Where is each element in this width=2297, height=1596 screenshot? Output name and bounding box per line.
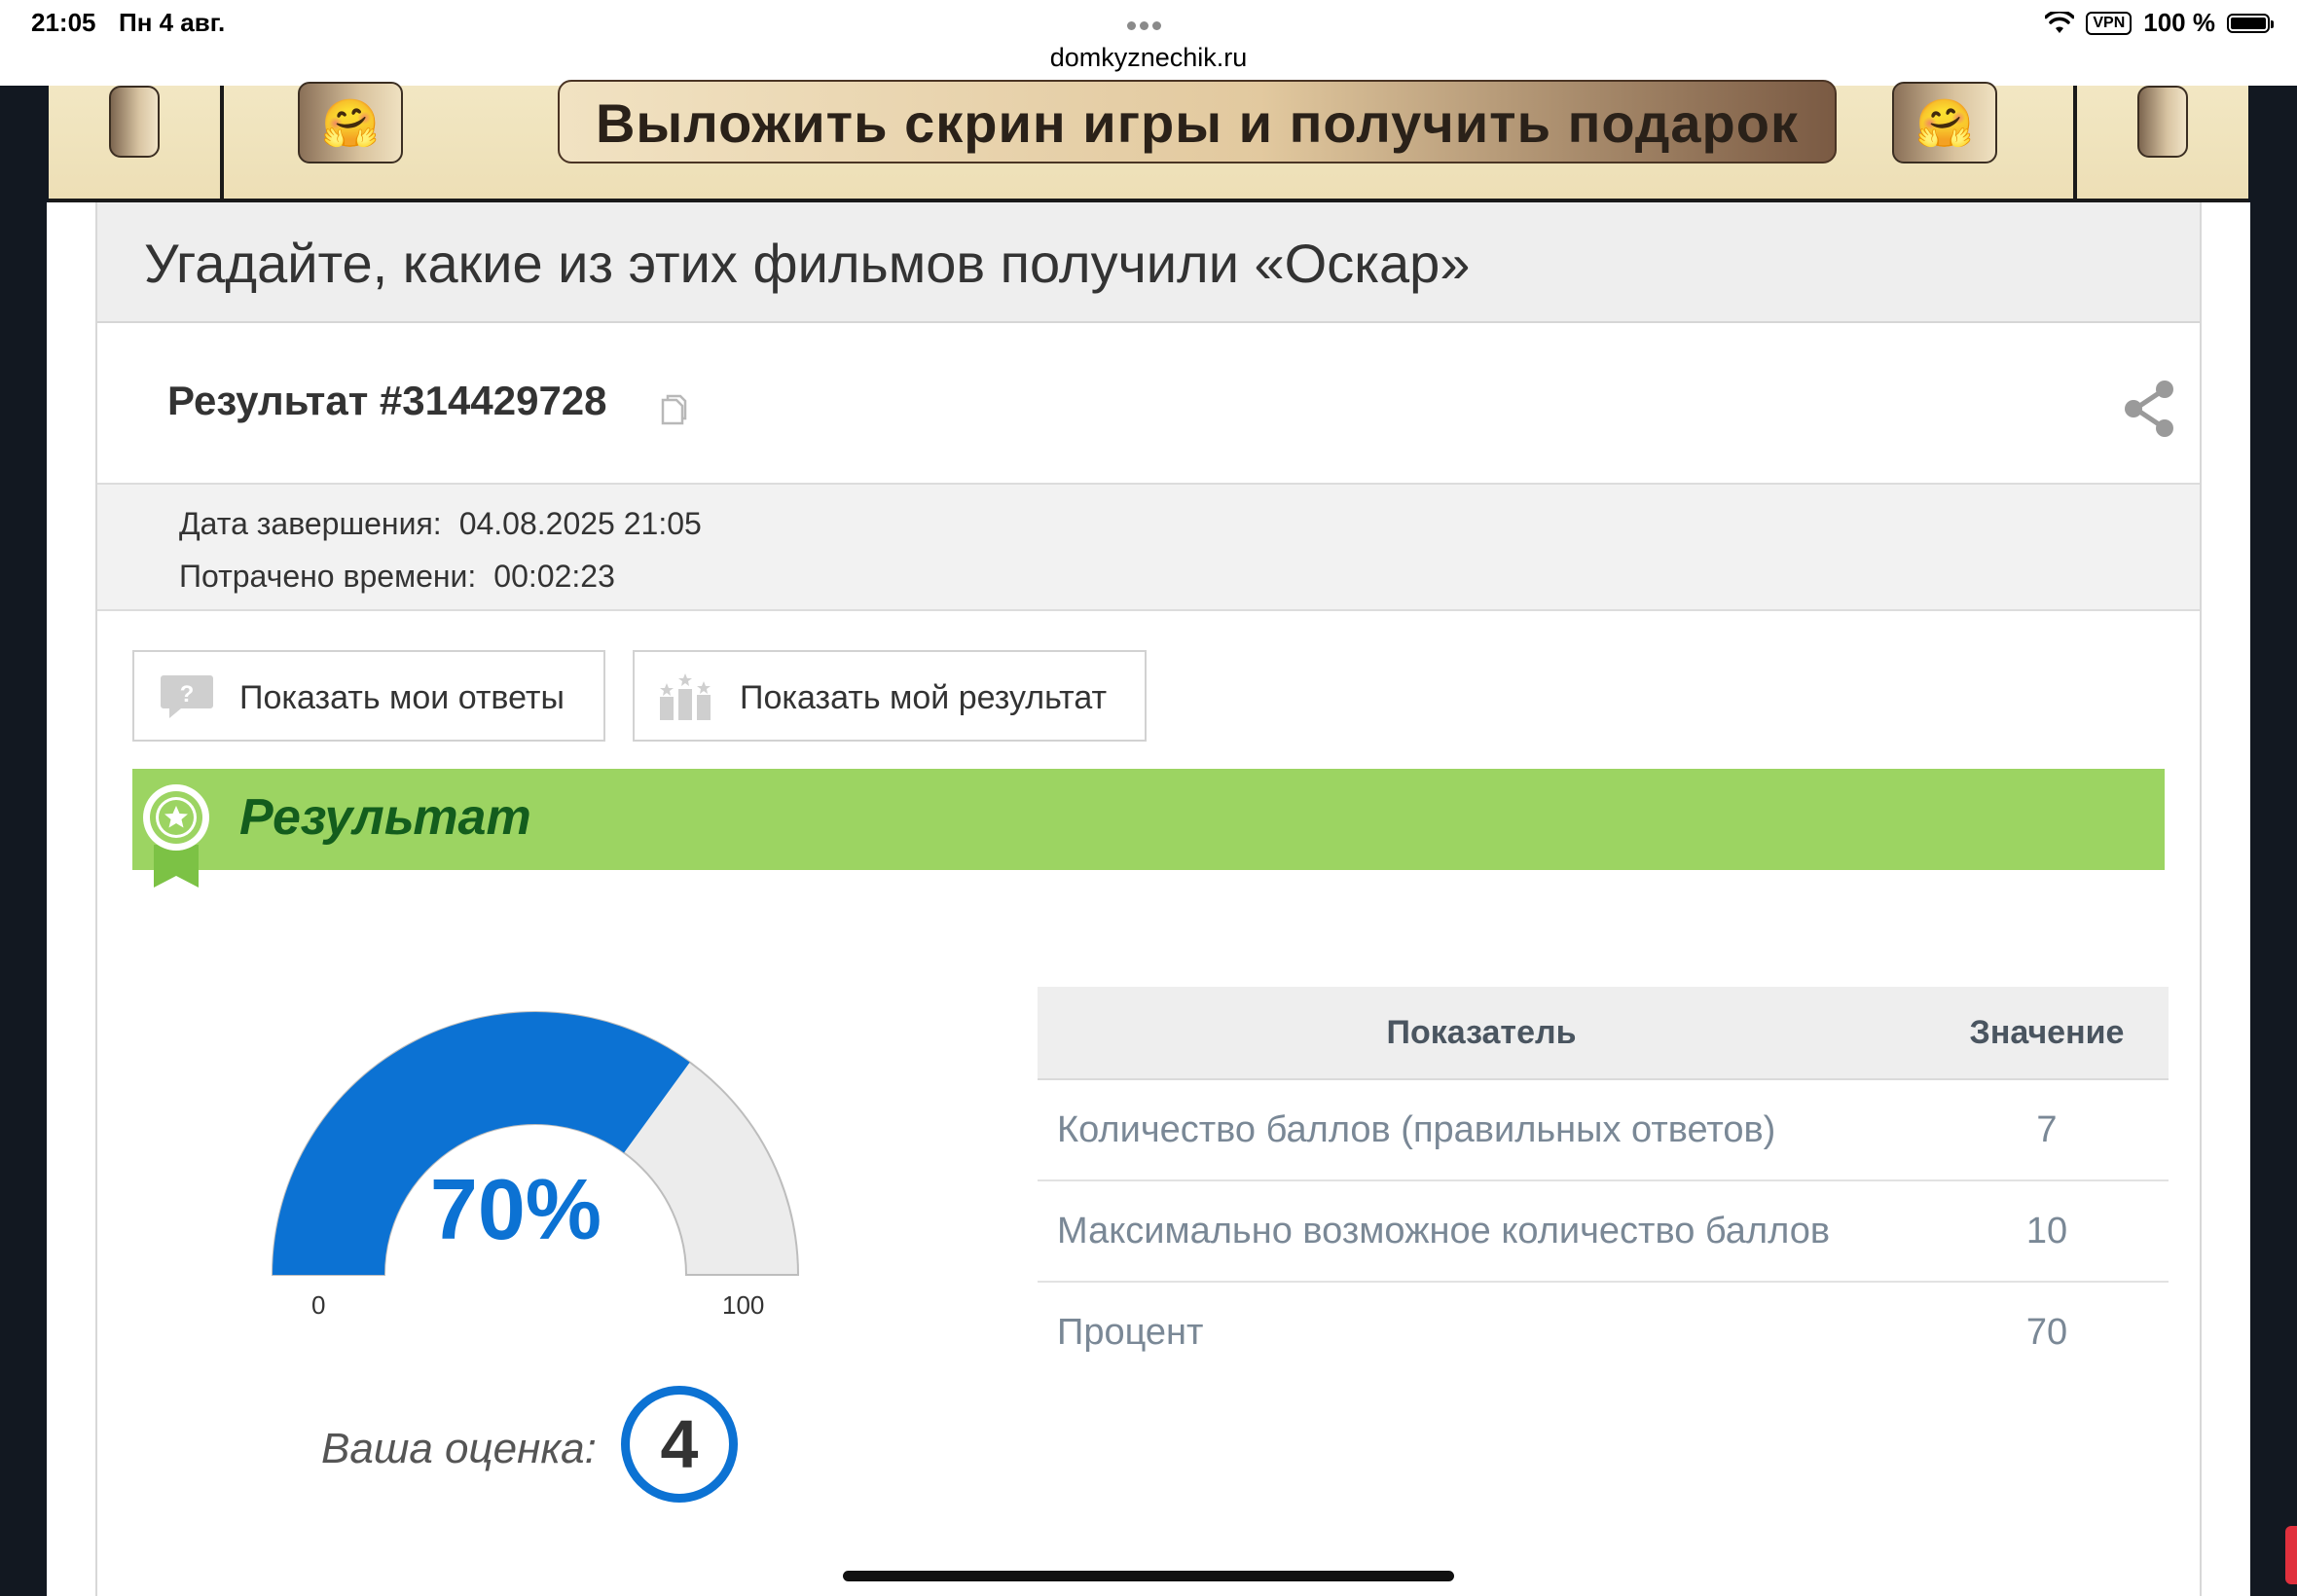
- hug-emoji-icon: 🤗: [1892, 82, 1997, 163]
- banner-divider: [2073, 86, 2077, 199]
- battery-percent: 100 %: [2143, 8, 2215, 37]
- title-bar: Угадайте, какие из этих фильмов получили…: [97, 202, 2200, 323]
- table-cell-value: 10: [1925, 1180, 2169, 1283]
- grade-value: 4: [621, 1386, 738, 1503]
- table-header-indicator: Показатель: [1038, 987, 1925, 1080]
- status-bar: 21:05 Пн 4 авг. domkyznechik.ru VPN 100 …: [0, 0, 2297, 86]
- result-meta: Дата завершения: 04.08.2025 21:05 Потраче…: [97, 485, 2200, 611]
- battery-icon: [2227, 13, 2274, 33]
- status-date: Пн 4 авг.: [119, 8, 226, 37]
- time-spent-label: Потрачено времени:: [179, 559, 477, 594]
- show-result-label: Показать мой результат: [740, 679, 1108, 716]
- banner-decoration-right: [2137, 86, 2188, 158]
- vpn-badge: VPN: [2086, 11, 2133, 35]
- completion-date-label: Дата завершения:: [179, 506, 442, 541]
- result-header: Результат #314429728: [97, 323, 2200, 485]
- table-header-value: Значение: [1925, 987, 2169, 1080]
- home-indicator[interactable]: [843, 1571, 1454, 1581]
- gauge-max-label: 100: [722, 1290, 765, 1320]
- time-spent-row: Потрачено времени: 00:02:23: [179, 559, 615, 595]
- grade-label: Ваша оценка:: [321, 1425, 597, 1472]
- table-cell-label: Максимально возможное количество баллов: [1038, 1180, 1925, 1283]
- wifi-icon: [2045, 11, 2075, 33]
- table-row: Максимально возможное количество баллов …: [1038, 1180, 2169, 1283]
- page-title: Угадайте, какие из этих фильмов получили…: [144, 233, 1471, 294]
- results-table: Показатель Значение Количество баллов (п…: [1038, 987, 2169, 1382]
- time-spent-value: 00:02:23: [493, 559, 615, 594]
- table-cell-value: 70: [2025, 1311, 2068, 1353]
- gauge-percent: 70%: [429, 1161, 602, 1257]
- question-bubble-icon: ?: [161, 675, 213, 718]
- banner-decoration-left: [109, 86, 160, 158]
- svg-text:?: ?: [180, 681, 195, 707]
- table-cell-value: 7: [1925, 1079, 2169, 1181]
- address-url[interactable]: domkyznechik.ru: [0, 43, 2297, 73]
- table-cell-label: Процент: [1057, 1311, 1204, 1353]
- banner-divider: [220, 86, 224, 199]
- result-id: Результат #314429728: [167, 378, 607, 423]
- show-answers-button[interactable]: ? Показать мои ответы: [132, 650, 605, 742]
- share-icon[interactable]: [2122, 378, 2176, 440]
- promo-banner: 🤗 Выложить скрин игры и получить подарок…: [49, 80, 2248, 202]
- show-answers-label: Показать мои ответы: [239, 679, 565, 716]
- award-badge-icon: [143, 784, 209, 888]
- result-section-header: Результат: [132, 769, 2165, 888]
- leaderboard-icon: [660, 673, 711, 720]
- page-card: Угадайте, какие из этих фильмов получили…: [47, 202, 2250, 1596]
- table-row: Количество баллов (правильных ответов) 7: [1038, 1079, 2169, 1181]
- score-gauge: [271, 1011, 800, 1276]
- gauge-min-label: 0: [311, 1290, 326, 1320]
- table-cell-label: Количество баллов (правильных ответов): [1038, 1079, 1925, 1181]
- result-section-title: Результат: [239, 789, 531, 846]
- show-result-button[interactable]: Показать мой результат: [633, 650, 1147, 742]
- post-screenshot-button[interactable]: Выложить скрин игры и получить подарок: [558, 80, 1837, 163]
- hug-emoji-icon: 🤗: [298, 82, 403, 163]
- result-panel: Угадайте, какие из этих фильмов получили…: [95, 202, 2202, 1596]
- edge-tab[interactable]: [2285, 1526, 2297, 1584]
- table-row: Процент 70: [1038, 1282, 2169, 1382]
- copy-icon[interactable]: [660, 393, 687, 426]
- completion-date-value: 04.08.2025 21:05: [458, 506, 702, 541]
- completion-date-row: Дата завершения: 04.08.2025 21:05: [179, 506, 702, 542]
- more-dots-icon[interactable]: [1125, 18, 1163, 35]
- table-header-row: Показатель Значение: [1038, 987, 2169, 1080]
- status-time: 21:05: [31, 8, 96, 37]
- status-indicators: VPN 100 %: [2045, 8, 2274, 38]
